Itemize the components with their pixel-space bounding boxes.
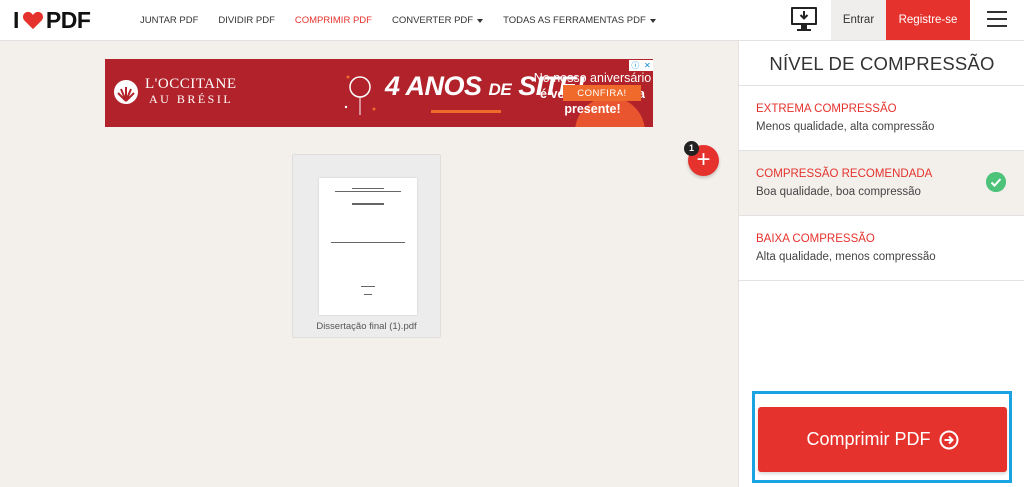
ad-info-icon[interactable]: ⓘ (631, 60, 639, 71)
nav-juntar-pdf[interactable]: JUNTAR PDF (140, 15, 198, 26)
file-name: Dissertação final (1).pdf (316, 321, 417, 332)
nav-label: DIVIDIR PDF (218, 15, 275, 26)
hamburger-menu-icon[interactable] (987, 11, 1007, 27)
thumb-text-line (364, 294, 372, 295)
thumb-text-line (352, 203, 384, 205)
ad-cta-button[interactable]: CONFIRA! (563, 85, 641, 101)
desktop-download-icon[interactable] (790, 6, 818, 32)
thumb-text-line (335, 191, 401, 192)
file-count-badge: 1 (684, 141, 699, 156)
nav-dividir-pdf[interactable]: DIVIDIR PDF (218, 15, 274, 26)
ad-headline-part: DE (488, 80, 512, 99)
option-recommended-compression[interactable]: COMPRESSÃO RECOMENDADA Boa qualidade, bo… (739, 151, 1024, 216)
nav-label: CONVERTER PDF (391, 15, 474, 26)
pdf-thumbnail (319, 178, 417, 315)
nav-label: TODAS AS FERRAMENTAS PDF (503, 15, 646, 26)
thumb-text-line (331, 242, 405, 243)
ad-message-line-1: No nosso aniversário (533, 71, 652, 85)
thumb-text-line (361, 286, 375, 287)
hamburger-line (987, 25, 1007, 27)
logo-text-pdf: PDF (45, 6, 91, 33)
ad-banner[interactable]: L'OCCITANE AU BRÉSIL 4 ANOS DE SITE! No … (105, 59, 653, 127)
nav-converter-pdf[interactable]: CONVERTER PDF (391, 15, 484, 26)
option-description: Menos qualidade, alta compressão (756, 121, 935, 133)
ad-underline (431, 110, 501, 113)
ad-brand-name: L'OCCITANE (145, 76, 237, 92)
balloon-icon (344, 75, 376, 115)
nav-label: COMPRIMIR PDF (294, 15, 372, 26)
top-navbar: I PDF JUNTAR PDF DIVIDIR PDF COMPRIMIR P… (0, 0, 1024, 41)
compress-button-label: Comprimir PDF (806, 429, 931, 449)
hamburger-line (987, 11, 1007, 13)
loccitane-logo-icon (114, 80, 138, 104)
hamburger-line (987, 18, 1007, 20)
caret-down-icon (649, 18, 656, 23)
register-button[interactable]: Registre-se (886, 0, 970, 40)
ad-close-icon[interactable]: ✕ (644, 61, 651, 70)
file-card[interactable]: Dissertação final (1).pdf (292, 154, 441, 338)
option-description: Boa qualidade, boa compressão (756, 186, 921, 198)
compression-sidebar: NÍVEL DE COMPRESSÃO EXTREMA COMPRESSÃO M… (738, 41, 1024, 487)
sidebar-title: NÍVEL DE COMPRESSÃO (769, 53, 995, 74)
nav-todas-ferramentas[interactable]: TODAS AS FERRAMENTAS PDF (503, 15, 656, 26)
option-extreme-compression[interactable]: EXTREMA COMPRESSÃO Menos qualidade, alta… (739, 86, 1024, 151)
option-title: EXTREMA COMPRESSÃO (756, 103, 897, 115)
ilovepdf-logo[interactable]: I PDF (13, 6, 91, 33)
login-button[interactable]: Entrar (831, 0, 886, 40)
main-nav: JUNTAR PDF DIVIDIR PDF COMPRIMIR PDF CON… (140, 0, 676, 41)
ad-headline-part: 4 ANOS (385, 71, 482, 101)
compress-pdf-button[interactable]: Comprimir PDF (758, 407, 1007, 472)
option-low-compression[interactable]: BAIXA COMPRESSÃO Alta qualidade, menos c… (739, 216, 1024, 281)
checkmark-icon (986, 172, 1006, 192)
arrow-right-circle-icon (939, 430, 958, 449)
nav-label: JUNTAR PDF (140, 15, 199, 26)
option-title: COMPRESSÃO RECOMENDADA (756, 168, 933, 180)
option-title: BAIXA COMPRESSÃO (756, 233, 875, 245)
ad-message-line-3: presente! (564, 102, 621, 116)
ad-brand-sub: AU BRÉSIL (149, 92, 234, 106)
option-description: Alta qualidade, menos compressão (756, 251, 936, 263)
nav-comprimir-pdf[interactable]: COMPRIMIR PDF (295, 15, 372, 26)
thumb-text-line (352, 188, 384, 189)
caret-down-icon (477, 18, 484, 23)
logo-letter-i: I (13, 6, 19, 33)
ad-choices-badge[interactable]: ⓘ ✕ (629, 60, 653, 71)
heart-icon (22, 11, 43, 30)
